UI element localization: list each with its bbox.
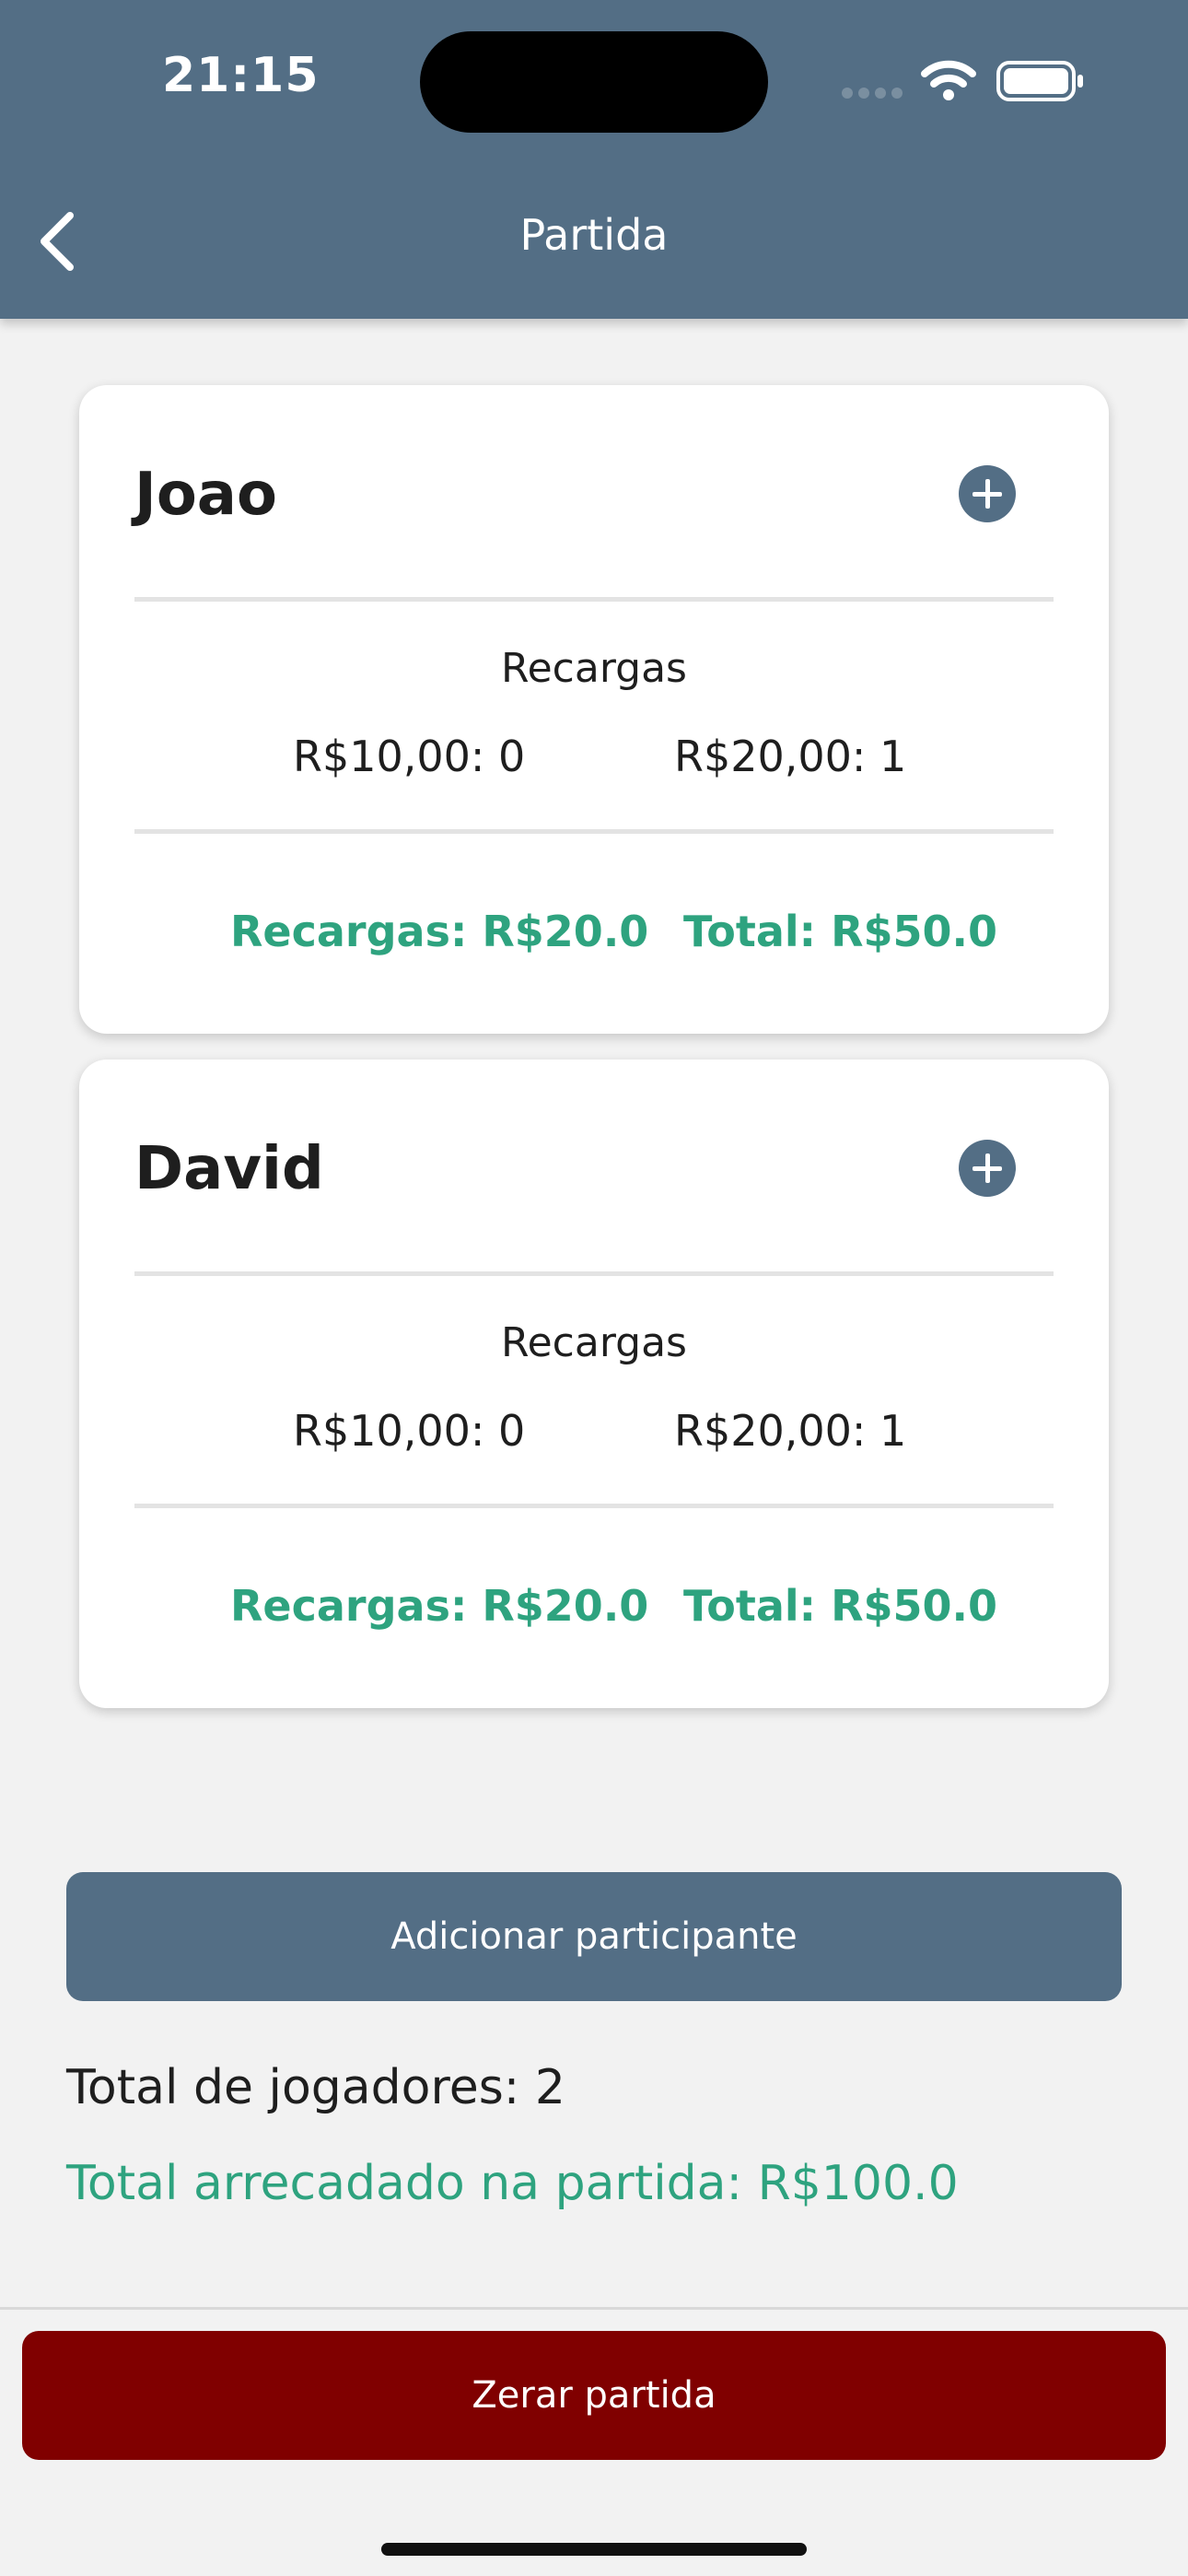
recargas-sum: Recargas: R$20.0 — [230, 907, 649, 956]
status-time: 21:15 — [162, 48, 320, 103]
divider — [134, 597, 1054, 602]
divider — [0, 2307, 1188, 2310]
divider — [134, 1271, 1054, 1276]
player-total: Total: R$50.0 — [683, 1581, 998, 1631]
reset-match-button[interactable]: Zerar partida — [22, 2331, 1166, 2460]
recarga-10-count: R$10,00: 0 — [293, 732, 526, 781]
recarga-20-count: R$20,00: 1 — [674, 1406, 907, 1456]
dynamic-island — [420, 31, 768, 133]
add-recharge-icon[interactable] — [958, 464, 1017, 523]
recarga-10-count: R$10,00: 0 — [293, 1406, 526, 1456]
recargas-title: Recargas — [501, 1319, 687, 1366]
add-recharge-icon[interactable] — [958, 1139, 1017, 1198]
divider — [134, 1504, 1054, 1508]
total-players: Total de jogadores: 2 — [66, 2060, 565, 2115]
app-header: 21:15 Partida — [0, 0, 1188, 319]
add-participant-button[interactable]: Adicionar participante — [66, 1872, 1122, 2001]
home-indicator[interactable] — [381, 2543, 807, 2556]
cellular-signal-icon — [842, 88, 903, 99]
page-title: Partida — [519, 210, 669, 260]
recargas-title: Recargas — [501, 645, 687, 692]
recargas-sum: Recargas: R$20.0 — [230, 1581, 649, 1631]
player-total: Total: R$50.0 — [683, 907, 998, 956]
player-card: Joao Recargas R$10,00: 0 R$20,00: 1 Reca… — [79, 385, 1109, 1034]
player-name: Joao — [134, 461, 277, 529]
total-collected: Total arrecadado na partida: R$100.0 — [66, 2156, 959, 2211]
divider — [134, 829, 1054, 834]
player-card: David Recargas R$10,00: 0 R$20,00: 1 Rec… — [79, 1060, 1109, 1708]
player-name: David — [134, 1135, 324, 1203]
wifi-icon — [921, 60, 976, 100]
recarga-20-count: R$20,00: 1 — [674, 732, 907, 781]
battery-icon — [996, 61, 1083, 101]
